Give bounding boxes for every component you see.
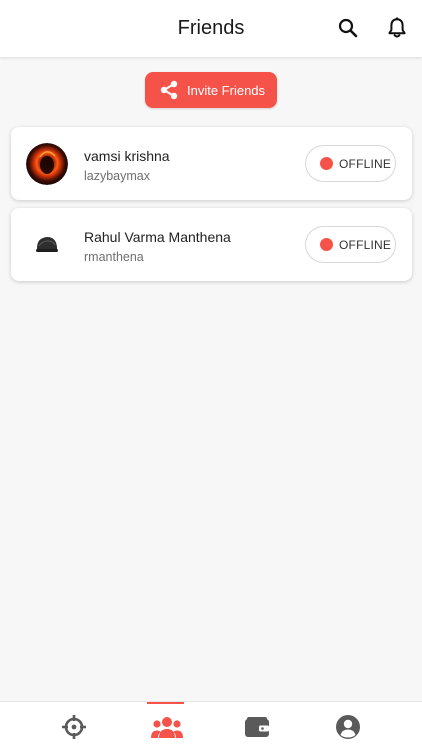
status-badge: OFFLINE (305, 145, 396, 182)
bell-icon (388, 17, 406, 38)
app-root: Friends Invite Friends vamsi krishna laz… (0, 0, 422, 750)
status-dot-icon (320, 238, 333, 251)
top-app-bar: Friends (0, 0, 422, 57)
friend-name: vamsi krishna (84, 148, 170, 164)
invite-friends-label: Invite Friends (187, 82, 266, 98)
nav-item-wallet[interactable] (227, 702, 287, 750)
friend-card[interactable]: vamsi krishna lazybaymax OFFLINE (11, 127, 412, 200)
nav-item-friends[interactable] (137, 702, 197, 750)
friend-card[interactable]: Rahul Varma Manthena rmanthena OFFLINE (11, 208, 412, 281)
status-badge: OFFLINE (305, 226, 396, 263)
friend-username: lazybaymax (84, 169, 150, 183)
search-button[interactable] (336, 16, 360, 40)
status-dot-icon (320, 157, 333, 170)
wallet-icon (245, 716, 269, 737)
bottom-navigation (0, 701, 422, 750)
friends-icon (151, 716, 183, 738)
search-icon (338, 18, 358, 38)
nav-item-matches[interactable] (44, 702, 104, 750)
page-title: Friends (177, 17, 245, 39)
share-icon (160, 80, 178, 100)
notifications-button[interactable] (385, 16, 409, 40)
crosshair-icon (62, 714, 86, 739)
avatar (26, 143, 68, 185)
nav-item-profile[interactable] (318, 702, 378, 750)
status-label: OFFLINE (339, 156, 392, 171)
invite-friends-button[interactable]: Invite Friends (145, 72, 277, 108)
friend-username: rmanthena (84, 250, 144, 264)
friend-name: Rahul Varma Manthena (84, 229, 231, 245)
avatar (26, 223, 68, 265)
status-label: OFFLINE (339, 237, 392, 252)
profile-icon (336, 714, 360, 739)
